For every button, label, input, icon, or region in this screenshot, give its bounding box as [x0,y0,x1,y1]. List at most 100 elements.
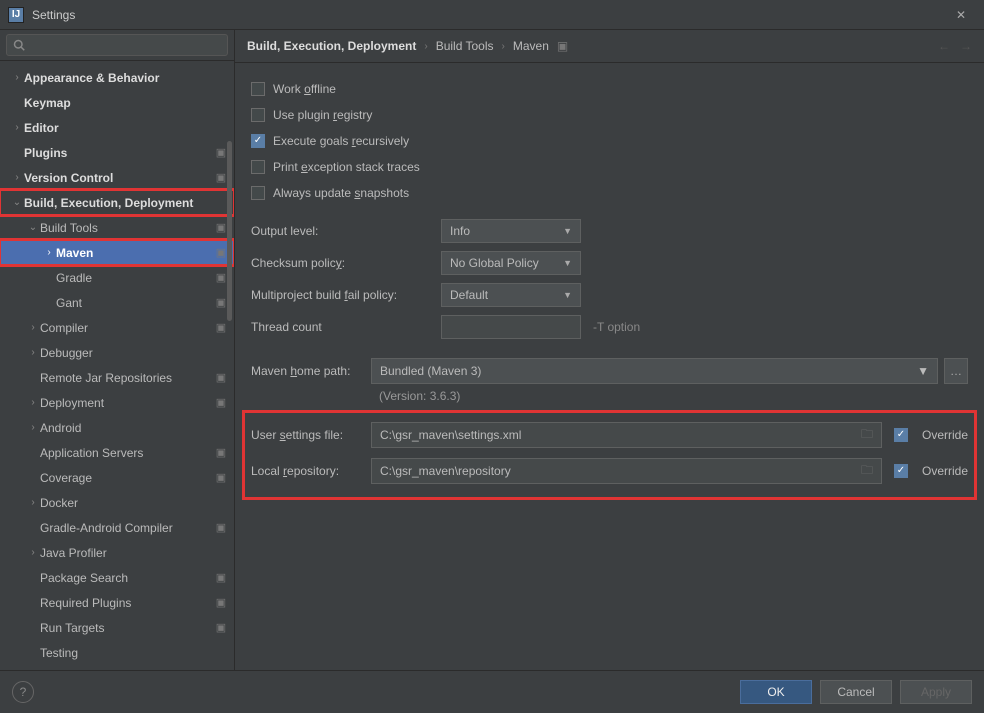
tree-item-testing[interactable]: Testing [0,640,234,665]
chevron-right-icon: › [26,422,40,433]
titlebar: IJ Settings ✕ [0,0,984,30]
search-input-wrap[interactable] [6,34,228,56]
check-work-offline[interactable]: Work offline [251,77,968,101]
check-print-exception[interactable]: Print exception stack traces [251,155,968,179]
thread-count-label: Thread count [251,320,441,334]
chevron-right-icon: › [424,41,427,52]
scope-marker-icon: ▣ [557,39,568,53]
output-level-select[interactable]: Info▼ [441,219,581,243]
checkbox[interactable] [251,160,265,174]
nav-back-icon[interactable]: ← [938,39,950,53]
browse-button[interactable]: … [944,358,968,384]
app-icon: IJ [8,7,24,23]
tree-item-version-control[interactable]: ›Version Control▣ [0,165,234,190]
tree-item-run-targets[interactable]: Run Targets▣ [0,615,234,640]
tree-item-package-search[interactable]: Package Search▣ [0,565,234,590]
scope-marker-icon: ▣ [214,371,228,384]
tree-item-debugger[interactable]: ›Debugger [0,340,234,365]
tree-label: Run Targets [40,621,214,635]
thread-count-input[interactable] [441,315,581,339]
tree-label: Maven [56,246,214,260]
scrollbar-thumb[interactable] [227,141,232,321]
tree-label: Java Profiler [40,546,214,560]
content-area: ›Appearance & BehaviorKeymap›EditorPlugi… [0,30,984,670]
checkbox[interactable] [251,134,265,148]
chevron-right-icon: › [26,397,40,408]
multi-build-fail-label: Multiproject build fail policy: [251,288,441,302]
checkbox[interactable] [251,82,265,96]
checksum-policy-select[interactable]: No Global Policy▼ [441,251,581,275]
user-settings-override[interactable]: Override [894,428,968,442]
tree-item-plugins[interactable]: Plugins▣ [0,140,234,165]
chevron-right-icon: › [10,172,24,183]
scope-marker-icon: ▣ [214,596,228,609]
chevron-down-icon: ▼ [563,258,572,268]
chevron-right-icon: › [10,72,24,83]
tree-label: Gant [56,296,214,310]
tree-item-coverage[interactable]: Coverage▣ [0,465,234,490]
checkbox[interactable] [894,428,908,442]
scope-marker-icon: ▣ [214,521,228,534]
chevron-down-icon: ▼ [563,226,572,236]
local-repo-input[interactable]: C:\gsr_maven\repository 🗀 [371,458,882,484]
tree-item-gradle[interactable]: Gradle▣ [0,265,234,290]
settings-form: Work offline Use plugin registry Execute… [235,63,984,670]
apply-button[interactable]: Apply [900,680,972,704]
tree-item-application-servers[interactable]: Application Servers▣ [0,440,234,465]
tree-item-editor[interactable]: ›Editor [0,115,234,140]
cancel-button[interactable]: Cancel [820,680,892,704]
tree-item-keymap[interactable]: Keymap [0,90,234,115]
crumb-1[interactable]: Build Tools [436,39,494,53]
local-repo-label: Local repository: [251,464,371,478]
tree-item-build-execution-deployment[interactable]: ⌄Build, Execution, Deployment [0,190,234,215]
close-icon[interactable]: ✕ [946,8,976,22]
tree-item-compiler[interactable]: ›Compiler▣ [0,315,234,340]
check-use-plugin-registry[interactable]: Use plugin registry [251,103,968,127]
ok-button[interactable]: OK [740,680,812,704]
tree-item-gradle-android-compiler[interactable]: Gradle-Android Compiler▣ [0,515,234,540]
tree-item-remote-jar-repositories[interactable]: Remote Jar Repositories▣ [0,365,234,390]
maven-version: (Version: 3.6.3) [371,389,968,413]
settings-sidebar: ›Appearance & BehaviorKeymap›EditorPlugi… [0,30,235,670]
tree-label: Editor [24,121,214,135]
folder-icon[interactable]: 🗀 [861,461,873,482]
crumb-2[interactable]: Maven [513,39,549,53]
checkbox[interactable] [251,108,265,122]
tree-item-deployment[interactable]: ›Deployment▣ [0,390,234,415]
scope-marker-icon: ▣ [214,271,228,284]
check-execute-goals[interactable]: Execute goals recursively [251,129,968,153]
thread-count-hint: -T option [593,320,640,334]
tree-item-build-tools[interactable]: ⌄Build Tools▣ [0,215,234,240]
tree-label: Docker [40,496,214,510]
scope-marker-icon: ▣ [214,321,228,334]
tree-item-docker[interactable]: ›Docker [0,490,234,515]
help-button[interactable]: ? [12,681,34,703]
search-input[interactable] [29,38,221,52]
checkbox[interactable] [894,464,908,478]
scope-marker-icon: ▣ [214,246,228,259]
crumb-0[interactable]: Build, Execution, Deployment [247,39,416,53]
maven-home-select[interactable]: Bundled (Maven 3)▼ [371,358,938,384]
maven-home-label: Maven home path: [251,364,371,378]
user-settings-input[interactable]: C:\gsr_maven\settings.xml 🗀 [371,422,882,448]
tree-item-appearance-behavior[interactable]: ›Appearance & Behavior [0,65,234,90]
tree-item-java-profiler[interactable]: ›Java Profiler [0,540,234,565]
tree-item-gant[interactable]: Gant▣ [0,290,234,315]
folder-icon[interactable]: 🗀 [861,425,873,446]
checkbox[interactable] [251,186,265,200]
scope-marker-icon: ▣ [214,296,228,309]
local-repo-override[interactable]: Override [894,464,968,478]
tree-label: Version Control [24,171,214,185]
nav-forward-icon[interactable]: → [960,39,972,53]
multi-build-fail-select[interactable]: Default▼ [441,283,581,307]
check-label: Use plugin registry [273,108,372,122]
check-always-update[interactable]: Always update snapshots [251,181,968,205]
tree-item-required-plugins[interactable]: Required Plugins▣ [0,590,234,615]
settings-tree[interactable]: ›Appearance & BehaviorKeymap›EditorPlugi… [0,61,234,670]
tree-label: Gradle [56,271,214,285]
tree-item-android[interactable]: ›Android [0,415,234,440]
tree-item-maven[interactable]: ›Maven▣ [0,240,234,265]
tree-label: Compiler [40,321,214,335]
tree-label: Build, Execution, Deployment [24,196,214,210]
tree-label: Application Servers [40,446,214,460]
